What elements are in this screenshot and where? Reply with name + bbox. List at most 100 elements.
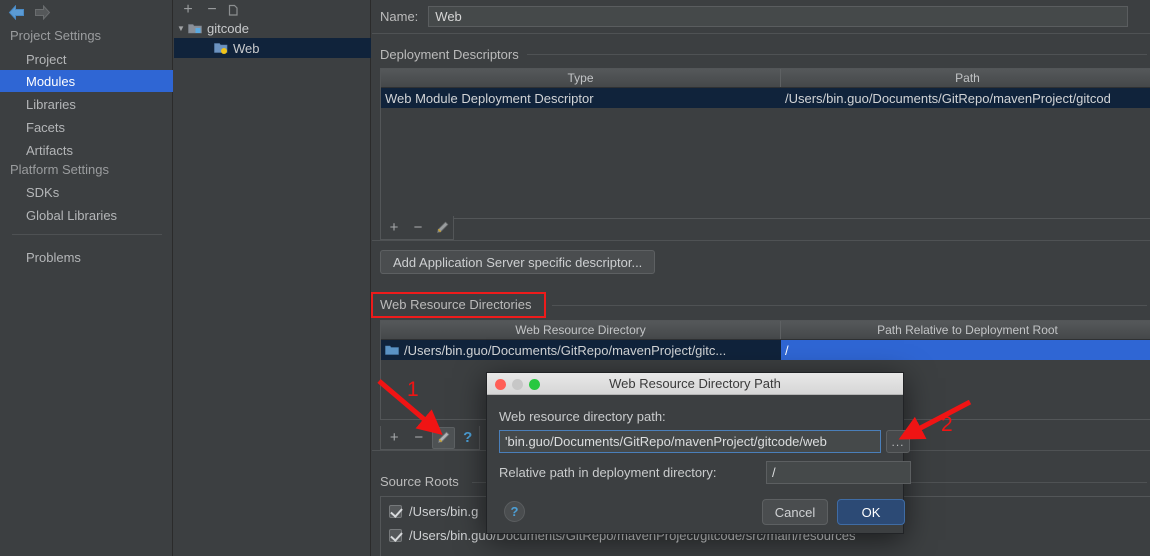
help-icon: ? — [463, 429, 473, 446]
remove-descriptor-button[interactable]: − — [407, 217, 429, 239]
dialog-title-bar[interactable]: Web Resource Directory Path — [487, 373, 903, 395]
deployment-descriptors-toolbar: + − — [380, 216, 454, 240]
dialog-body: Web resource directory path: 'bin.guo/Do… — [487, 395, 911, 534]
sidebar-item-project[interactable]: Project — [0, 48, 173, 70]
sidebar-group-platform-settings: Platform Settings — [10, 162, 109, 177]
panel-divider-2 — [372, 240, 1150, 241]
sidebar-item-artifacts[interactable]: Artifacts — [0, 139, 173, 161]
edit-descriptor-button[interactable] — [431, 217, 453, 239]
section-rule-2 — [552, 305, 1147, 306]
tree-row-web[interactable]: Web — [174, 38, 371, 58]
button-label: Add Application Server specific descript… — [393, 254, 643, 270]
table-row[interactable]: Web Module Deployment Descriptor /Users/… — [381, 88, 1150, 108]
deployment-descriptors-table[interactable]: Type Path Web Module Deployment Descript… — [380, 68, 1150, 219]
chevron-down-icon[interactable]: ▼ — [174, 24, 188, 33]
cancel-button[interactable]: Cancel — [762, 499, 828, 525]
dialog-title: Web Resource Directory Path — [609, 376, 781, 391]
annotation-number-1: 1 — [407, 378, 419, 401]
panel-divider-1 — [372, 33, 1150, 34]
relative-path-input[interactable]: / — [766, 461, 911, 484]
module-name-input[interactable]: Web — [428, 5, 1129, 27]
module-name-row: Name: Web — [380, 5, 1129, 27]
web-resource-directory-path-input[interactable]: 'bin.guo/Documents/GitRepo/mavenProject/… — [499, 430, 881, 453]
ok-button[interactable]: OK — [837, 499, 905, 525]
sidebar-item-label: Project — [26, 51, 67, 67]
plus-icon: + — [183, 1, 193, 18]
arrow-left-icon[interactable] — [8, 5, 25, 20]
column-header-path-relative[interactable]: Path Relative to Deployment Root — [781, 321, 1150, 339]
minus-icon: − — [414, 429, 424, 446]
settings-window: Project Settings Project Modules Librari… — [0, 0, 1150, 556]
window-controls — [495, 379, 540, 390]
sidebar-item-label: Problems — [26, 249, 81, 265]
column-header-path[interactable]: Path — [781, 69, 1150, 87]
minus-icon: − — [207, 1, 217, 18]
sidebar-item-label: Libraries — [26, 96, 76, 112]
column-header-type[interactable]: Type — [381, 69, 781, 87]
sidebar-item-label: Global Libraries — [26, 207, 118, 223]
sidebar-item-libraries[interactable]: Libraries — [0, 93, 173, 115]
add-descriptor-button[interactable]: + — [383, 217, 405, 239]
table-row[interactable]: /Users/bin.guo/Documents/GitRepo/mavenPr… — [381, 340, 1150, 360]
web-resource-help-button[interactable]: ? — [457, 427, 479, 449]
sidebar-item-sdks[interactable]: SDKs — [0, 181, 173, 203]
help-icon: ? — [510, 504, 519, 519]
maximize-icon[interactable] — [529, 379, 540, 390]
checkbox[interactable] — [389, 528, 402, 542]
table-header: Web Resource Directory Path Relative to … — [381, 321, 1150, 340]
remove-module-button[interactable]: − — [202, 0, 222, 20]
settings-sidebar: Project Settings Project Modules Librari… — [0, 0, 173, 556]
plus-icon: + — [389, 429, 399, 446]
sidebar-item-label: Modules — [26, 73, 76, 89]
tree-row-label: Web — [233, 40, 260, 56]
tree-row-label: gitcode — [207, 20, 249, 36]
folder-icon — [385, 344, 399, 356]
browse-button[interactable]: ... — [886, 430, 910, 453]
ellipsis-icon: ... — [891, 434, 905, 449]
cell-web-resource-directory: /Users/bin.guo/Documents/GitRepo/mavenPr… — [381, 340, 781, 360]
add-application-server-descriptor-button[interactable]: Add Application Server specific descript… — [380, 250, 656, 274]
button-label: Cancel — [774, 504, 816, 520]
sidebar-item-global-libraries[interactable]: Global Libraries — [0, 204, 173, 226]
table-header: Type Path — [381, 69, 1150, 88]
section-rule-1 — [527, 54, 1147, 55]
folder-module-icon — [188, 22, 202, 34]
remove-web-resource-button[interactable]: − — [407, 427, 429, 449]
tree-row-gitcode[interactable]: ▼ gitcode — [174, 18, 371, 38]
cell-text: /Users/bin.guo/Documents/GitRepo/mavenPr… — [404, 342, 727, 358]
source-root-label: /Users/bin.g — [409, 503, 479, 519]
module-name-label: Name: — [380, 8, 419, 24]
dialog-help-button[interactable]: ? — [504, 501, 525, 522]
arrow-right-icon — [35, 5, 51, 20]
sidebar-item-problems[interactable]: Problems — [0, 246, 173, 268]
relative-path-label: Relative path in deployment directory: — [499, 465, 717, 480]
cell-path: /Users/bin.guo/Documents/GitRepo/mavenPr… — [785, 90, 1111, 106]
source-roots-title: Source Roots — [380, 474, 465, 489]
cell-type: Web Module Deployment Descriptor — [385, 90, 594, 106]
web-module-icon — [214, 42, 228, 54]
add-web-resource-button[interactable]: + — [383, 427, 405, 449]
plus-icon: + — [389, 219, 399, 236]
add-module-button[interactable]: + — [178, 0, 198, 20]
sidebar-item-label: Facets — [26, 119, 66, 135]
web-resource-directory-path-label: Web resource directory path: — [499, 409, 666, 424]
sidebar-group-project-settings: Project Settings — [10, 28, 102, 43]
source-root-row-1[interactable]: /Users/bin.g — [389, 500, 478, 522]
column-header-web-resource-directory[interactable]: Web Resource Directory — [381, 321, 781, 339]
sidebar-item-label: SDKs — [26, 184, 60, 200]
checkbox[interactable] — [389, 504, 402, 518]
sidebar-item-modules[interactable]: Modules — [0, 70, 173, 92]
sidebar-divider — [12, 234, 162, 235]
minimize-icon[interactable] — [512, 379, 523, 390]
modules-tree-pane: + − ▼ gitcode Web — [174, 0, 371, 556]
navigation-arrows — [8, 2, 68, 24]
modules-tree-toolbar: + − — [174, 0, 371, 20]
web-resource-directories-title: Web Resource Directories — [380, 297, 538, 312]
sidebar-item-label: Artifacts — [26, 142, 73, 158]
sidebar-item-facets[interactable]: Facets — [0, 116, 173, 138]
edit-web-resource-button[interactable] — [431, 426, 455, 449]
minus-icon: − — [413, 219, 423, 236]
close-icon[interactable] — [495, 379, 506, 390]
copy-module-button[interactable] — [224, 0, 244, 20]
cell-relative-path: / — [781, 340, 1150, 360]
